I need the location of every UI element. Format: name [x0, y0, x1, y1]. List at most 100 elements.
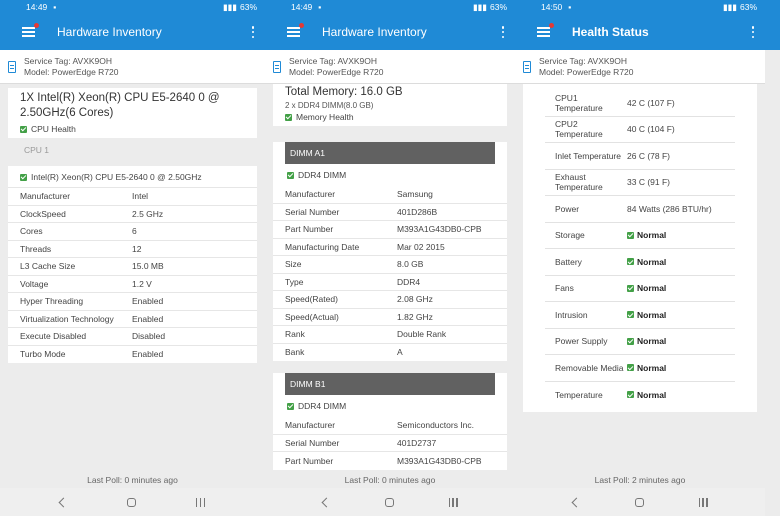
- health-row[interactable]: Storage Normal: [545, 223, 735, 249]
- kebab-menu-icon[interactable]: [751, 26, 755, 38]
- signal-icon: ▮▮▮: [472, 1, 487, 12]
- cpu-spec-row: Cores 6: [8, 223, 257, 241]
- kebab-menu-icon[interactable]: [501, 26, 505, 38]
- recent-apps-icon[interactable]: [698, 497, 708, 507]
- cpu-spec-row: L3 Cache Size 15.0 MB: [8, 258, 257, 276]
- health-content[interactable]: CPU1 Temperature 42 C (107 F) CPU2 Tempera…: [515, 84, 765, 472]
- server-icon: [273, 60, 281, 73]
- last-poll: Last Poll: 2 minutes ago: [594, 475, 686, 485]
- spec-value: Samsung: [397, 189, 433, 200]
- health-row[interactable]: Exhaust Temperature 33 C (91 F): [545, 170, 735, 196]
- notification-dot: [549, 23, 554, 28]
- last-poll: Last Poll: 0 minutes ago: [87, 475, 178, 485]
- health-key: Intrusion: [555, 309, 588, 320]
- spec-value: 1.2 V: [132, 278, 152, 289]
- spec-value: DDR4: [397, 276, 421, 287]
- cpu-spec-row: Voltage 1.2 V: [8, 276, 257, 293]
- health-row[interactable]: Fans Normal: [545, 276, 735, 302]
- health-value: Normal: [627, 283, 735, 293]
- dimm-a1-spec-row: Serial Number 401D286B: [273, 204, 507, 221]
- cpu-content[interactable]: 1X Intel(R) Xeon(R) CPU E5-2640 0 @ 2.50…: [0, 84, 265, 472]
- health-status-text: Normal: [637, 309, 667, 320]
- dimm-b1-spec-row: Serial Number 401D2737: [273, 435, 507, 452]
- dimm-b1-spec-row: Part Number M393A1G43DB0-CPB: [273, 452, 507, 470]
- recent-apps-icon[interactable]: [196, 497, 205, 507]
- dimm-a1-spec-row: Part Number M393A1G43DB0-CPB: [273, 221, 507, 239]
- spec-value: Semiconductors Inc.: [397, 420, 475, 431]
- status-bar: 14:49 ▪ ▮▮▮ 63%: [0, 0, 265, 14]
- server-model: Model: PowerEdge R720: [289, 66, 384, 77]
- screen-memory-inventory: 14:49 ▪ ▮▮▮ 63% Hardware Inventory Service…: [265, 0, 515, 516]
- health-status-text: Normal: [637, 362, 667, 373]
- recent-apps-icon[interactable]: [448, 497, 458, 507]
- memory-content[interactable]: Total Memory: 16.0 GB 2 x DDR4 DIMM(8.0 …: [265, 84, 515, 472]
- spec-key: Manufacturer: [20, 191, 71, 202]
- hamburger-menu-icon[interactable]: [22, 23, 39, 37]
- health-list: CPU1 Temperature 42 C (107 F) CPU2 Tempera…: [523, 90, 757, 408]
- dimm-a1-type: DDR4 DIMM: [273, 164, 507, 186]
- spec-key: Virtualization Technology: [20, 313, 114, 324]
- dimm-b1-header[interactable]: DIMM B1: [285, 373, 495, 395]
- health-value: 42 C (107 F): [627, 97, 675, 108]
- health-key: Removable Media: [555, 362, 624, 373]
- health-value: Normal: [627, 257, 735, 267]
- check-icon: [287, 402, 294, 410]
- health-row[interactable]: Battery Normal: [545, 249, 735, 276]
- signal-icon: ▮▮▮: [722, 1, 737, 12]
- health-row[interactable]: Inlet Temperature 26 C (78 F): [545, 143, 735, 170]
- health-row[interactable]: CPU2 Temperature 40 C (104 F): [545, 117, 735, 143]
- notification-icon: ▪: [568, 2, 572, 12]
- health-row[interactable]: Power Supply Normal: [545, 329, 735, 355]
- service-tag: Service Tag: AVXK9OH: [539, 55, 628, 66]
- notification-dot: [34, 23, 39, 28]
- kebab-menu-icon[interactable]: [251, 26, 255, 38]
- spec-value: A: [397, 347, 403, 358]
- health-row[interactable]: Intrusion Normal: [545, 302, 735, 329]
- hamburger-menu-icon[interactable]: [537, 23, 554, 37]
- last-poll: Last Poll: 0 minutes ago: [344, 475, 436, 485]
- home-icon[interactable]: [634, 497, 644, 507]
- cpu-spec-row: Threads 12: [8, 241, 257, 258]
- dimm-b1-spec-row: Manufacturer Semiconductors Inc.: [273, 417, 507, 435]
- dimm-b1-spec-list: Manufacturer Semiconductors Inc. Serial Nu…: [273, 417, 507, 470]
- screen-cpu-inventory: 14:49 ▪ ▮▮▮ 63% Hardware Inventory Service…: [0, 0, 265, 516]
- notification-dot: [299, 23, 304, 28]
- page-title: Hardware Inventory: [322, 25, 427, 39]
- device-header: Service Tag: AVXK9OH Model: PowerEdge R7…: [0, 50, 265, 84]
- check-icon: [287, 171, 294, 179]
- cpu-section-header: CPU 1: [0, 138, 265, 162]
- memory-health: Memory Health: [273, 110, 507, 126]
- server-icon: [523, 60, 531, 73]
- spec-key: Type: [285, 276, 304, 287]
- health-row[interactable]: Power 84 Watts (286 BTU/hr): [545, 196, 735, 223]
- back-icon[interactable]: [571, 497, 581, 507]
- back-icon[interactable]: [321, 497, 331, 507]
- health-list-card: CPU1 Temperature 42 C (107 F) CPU2 Tempera…: [523, 84, 757, 412]
- memory-summary-card: Total Memory: 16.0 GB 2 x DDR4 DIMM(8.0 …: [273, 84, 507, 126]
- spec-key: Size: [285, 259, 302, 270]
- home-icon[interactable]: [384, 497, 394, 507]
- dimm-a1-header[interactable]: DIMM A1: [285, 142, 495, 164]
- spec-key: Cores: [20, 226, 43, 237]
- health-row[interactable]: CPU1 Temperature 42 C (107 F): [545, 90, 735, 117]
- health-value: Normal: [627, 363, 735, 373]
- health-status-text: Normal: [637, 283, 667, 294]
- spec-key: Hyper Threading: [20, 296, 84, 307]
- dimm-a1-spec-row: Manufacturing Date Mar 02 2015: [273, 239, 507, 256]
- health-key: Inlet Temperature: [555, 150, 621, 161]
- notification-icon: ▪: [318, 2, 322, 12]
- back-icon[interactable]: [58, 497, 69, 507]
- spec-key: L3 Cache Size: [20, 261, 76, 272]
- cpu-detail-card: Intel(R) Xeon(R) CPU E5-2640 0 @ 2.50GHz…: [8, 166, 257, 363]
- health-row[interactable]: Removable Media Normal: [545, 355, 735, 382]
- notification-icon: ▪: [53, 2, 57, 12]
- cpu-spec-list: Manufacturer Intel ClockSpeed 2.5 GHz Cores 6…: [8, 188, 257, 363]
- spec-value: Intel: [132, 191, 149, 202]
- hamburger-menu-icon[interactable]: [287, 23, 304, 37]
- check-icon: [627, 258, 634, 266]
- health-value: 84 Watts (286 BTU/hr): [627, 203, 712, 214]
- health-row[interactable]: Temperature Normal: [545, 382, 735, 409]
- health-key: Exhaust Temperature: [555, 172, 603, 193]
- home-icon[interactable]: [127, 497, 136, 507]
- system-nav-bar: [0, 488, 265, 516]
